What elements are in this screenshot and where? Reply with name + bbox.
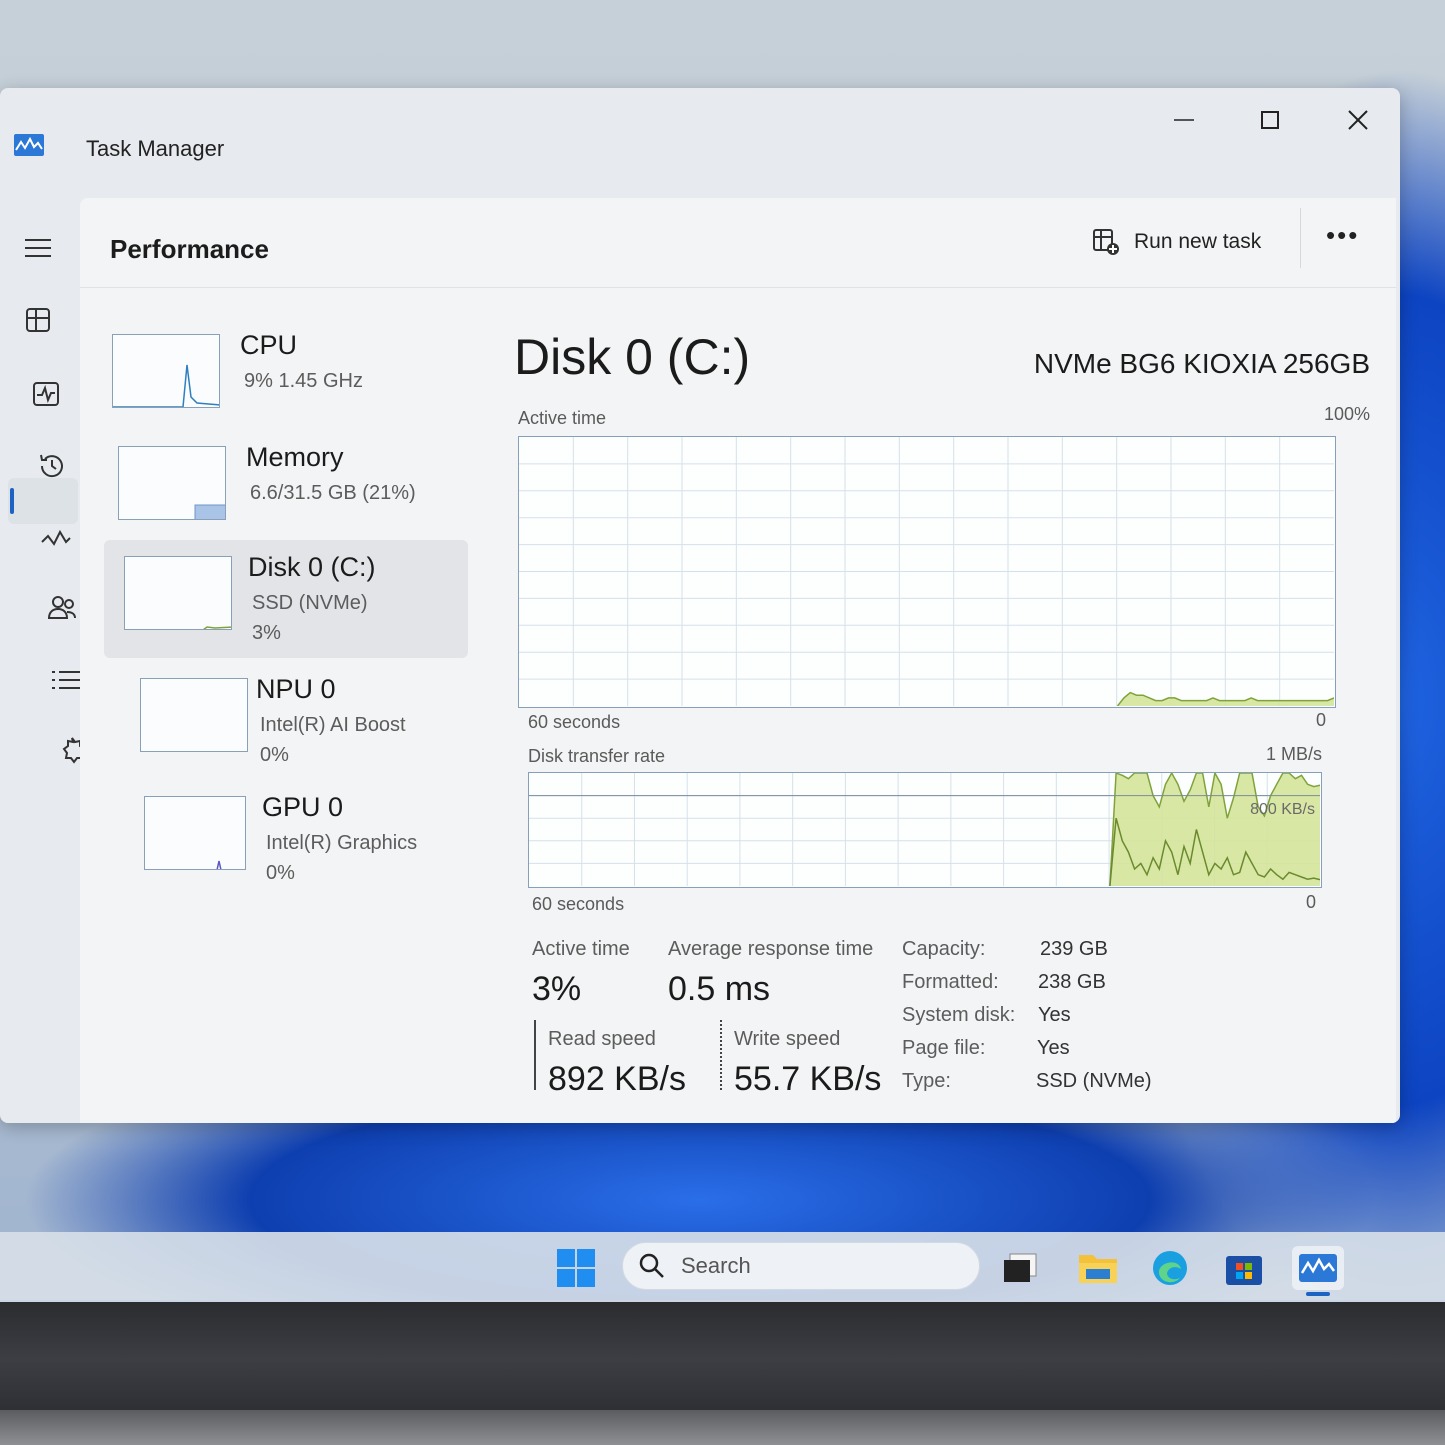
- run-task-icon: [1093, 229, 1119, 255]
- start-windows-icon[interactable]: [554, 1246, 598, 1290]
- maximize-button[interactable]: [1240, 102, 1300, 138]
- write-speed-marker: [720, 1020, 722, 1090]
- device-cpu[interactable]: CPU 9% 1.45 GHz: [104, 318, 468, 436]
- performance-content: Performance Run new task ••• CPU 9% 1.45…: [80, 198, 1396, 1123]
- read-speed-value: 892 KB/s: [548, 1060, 686, 1098]
- transfer-rate-chart-label: Disk transfer rate: [528, 746, 666, 766]
- device-name: NPU 0: [256, 674, 336, 704]
- startup-apps-icon[interactable]: [36, 518, 76, 558]
- active-time-chart-svg: [519, 437, 1335, 707]
- processes-icon[interactable]: [18, 300, 58, 340]
- page-file-label: Page file:: [902, 1037, 986, 1059]
- transfer-rate-chart: 800 KB/s: [528, 770, 1322, 888]
- nav-active-indicator: [10, 488, 14, 514]
- device-memory[interactable]: Memory 6.6/31.5 GB (21%): [110, 430, 474, 548]
- active-time-label: Active time: [532, 938, 630, 960]
- read-speed-marker: [534, 1020, 536, 1090]
- active-time-value: 3%: [532, 970, 582, 1008]
- type-value: SSD (NVMe): [1036, 1070, 1152, 1092]
- write-speed-value: 55.7 KB/s: [734, 1060, 882, 1098]
- file-explorer-icon[interactable]: [1076, 1246, 1120, 1290]
- microsoft-store-icon[interactable]: [1222, 1246, 1266, 1290]
- device-name: Memory: [246, 442, 344, 472]
- memory-thumbnail-graph: [118, 446, 226, 520]
- run-new-task-label: Run new task: [1134, 230, 1262, 253]
- disk-stats: Active time 3% Average response time 0.5…: [510, 918, 1370, 1118]
- npu-thumbnail-graph: [140, 678, 248, 752]
- formatted-label: Formatted:: [902, 971, 999, 993]
- device-usage: 0%: [260, 744, 289, 766]
- system-disk-label: System disk:: [902, 1004, 1016, 1026]
- minimize-button[interactable]: [1154, 102, 1214, 138]
- active-time-chart-min: 0: [1316, 710, 1327, 730]
- write-speed-label: Write speed: [734, 1028, 841, 1050]
- device-detail: 9% 1.45 GHz: [244, 370, 363, 392]
- active-time-chart-duration: 60 seconds: [528, 712, 621, 732]
- transfer-rate-chart-svg: [529, 770, 1321, 887]
- read-speed-label: Read speed: [548, 1028, 656, 1050]
- search-icon: [639, 1253, 664, 1278]
- users-icon[interactable]: [42, 588, 82, 628]
- search-placeholder: Search: [681, 1253, 751, 1278]
- page-file-value: Yes: [1037, 1037, 1070, 1059]
- formatted-value: 238 GB: [1038, 971, 1106, 993]
- page-title: Performance: [110, 234, 269, 264]
- device-gpu-0[interactable]: GPU 0 Intel(R) Graphics 0%: [136, 780, 500, 898]
- transfer-rate-chart-max: 1 MB/s: [1266, 744, 1323, 764]
- page-header: Performance Run new task •••: [80, 198, 1396, 288]
- device-detail: 6.6/31.5 GB (21%): [250, 482, 416, 504]
- device-usage: 0%: [266, 862, 295, 884]
- avg-response-label: Average response time: [668, 938, 874, 960]
- cpu-thumbnail-graph: [112, 334, 220, 408]
- close-button[interactable]: [1328, 102, 1388, 138]
- type-label: Type:: [902, 1070, 951, 1092]
- active-app-indicator: [1306, 1292, 1330, 1296]
- active-time-chart-max: 100%: [1323, 404, 1370, 424]
- active-time-chart-label: Active time: [518, 408, 607, 428]
- device-name: GPU 0: [262, 792, 344, 822]
- task-manager-window: Task Manager Performance Run new task ••…: [0, 88, 1400, 1123]
- transfer-rate-chart-duration: 60 seconds: [532, 894, 625, 914]
- laptop-base-edge: [0, 1410, 1445, 1445]
- disk-model: NVMe BG6 KIOXIA 256GB: [1033, 348, 1370, 379]
- device-name: CPU: [240, 330, 298, 360]
- taskbar-search-box[interactable]: Search: [622, 1242, 980, 1290]
- task-view-icon[interactable]: [998, 1246, 1042, 1290]
- device-name: Disk 0 (C:): [248, 552, 376, 582]
- active-time-chart: [518, 436, 1336, 708]
- performance-icon[interactable]: [26, 374, 66, 414]
- transfer-rate-chart-min: 0: [1306, 892, 1317, 912]
- device-usage: 3%: [252, 622, 281, 644]
- edge-browser-icon[interactable]: [1148, 1246, 1192, 1290]
- taskbar: Search: [0, 1232, 1445, 1302]
- gpu-thumbnail-graph: [144, 796, 246, 870]
- avg-response-value: 0.5 ms: [668, 970, 771, 1008]
- device-detail: Intel(R) AI Boost: [260, 714, 406, 736]
- device-detail: SSD (NVMe): [252, 592, 368, 614]
- header-separator: [1300, 208, 1301, 268]
- title-bar[interactable]: Task Manager: [0, 88, 1400, 188]
- capacity-value: 239 GB: [1040, 938, 1108, 960]
- device-npu-0[interactable]: NPU 0 Intel(R) AI Boost 0%: [132, 662, 496, 780]
- task-manager-app-icon: [14, 134, 44, 156]
- read-speed-series-area: [1109, 773, 1320, 886]
- disk-thumbnail-graph: [124, 556, 232, 630]
- disk-title: Disk 0 (C:): [514, 329, 751, 385]
- more-options-button[interactable]: •••: [1326, 220, 1359, 251]
- hamburger-menu-icon[interactable]: [18, 228, 58, 268]
- navigation-rail: [0, 188, 105, 1123]
- device-disk-0[interactable]: Disk 0 (C:) SSD (NVMe) 3%: [104, 540, 468, 658]
- run-new-task-button[interactable]: Run new task: [1092, 220, 1261, 264]
- device-detail: Intel(R) Graphics: [266, 832, 418, 854]
- task-manager-taskbar-icon[interactable]: [1292, 1246, 1344, 1290]
- transfer-rate-chart-mid: 800 KB/s: [1250, 801, 1315, 818]
- app-history-icon[interactable]: [32, 446, 72, 486]
- window-title: Task Manager: [86, 136, 225, 161]
- capacity-label: Capacity:: [902, 938, 986, 960]
- system-disk-value: Yes: [1038, 1004, 1071, 1026]
